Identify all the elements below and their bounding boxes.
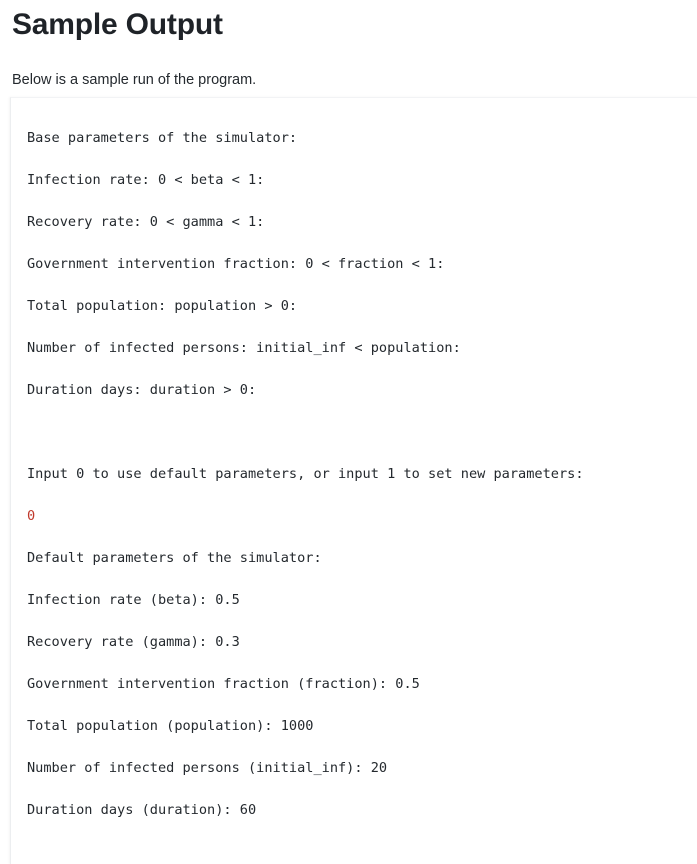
sample-output-page: Sample Output Below is a sample run of t… bbox=[0, 0, 697, 864]
terminal-output-line: Recovery rate (gamma): 0.3 bbox=[27, 634, 240, 650]
terminal-output-line: Infection rate: 0 < beta < 1: bbox=[27, 172, 265, 188]
terminal-output-line: Recovery rate: 0 < gamma < 1: bbox=[27, 214, 265, 230]
terminal-output-line: Total population: population > 0: bbox=[27, 298, 298, 314]
terminal-output-line: Duration days: duration > 0: bbox=[27, 382, 257, 398]
terminal-transcript: Base parameters of the simulator: Infect… bbox=[27, 128, 697, 864]
page-title: Sample Output bbox=[12, 8, 223, 41]
terminal-output-line: Default parameters of the simulator: bbox=[27, 550, 322, 566]
terminal-output-line: Government intervention fraction: 0 < fr… bbox=[27, 256, 445, 272]
terminal-output-line: Number of infected persons: initial_inf … bbox=[27, 340, 461, 356]
terminal-output-line: Number of infected persons (initial_inf)… bbox=[27, 760, 388, 776]
terminal-output-block: Base parameters of the simulator: Infect… bbox=[10, 97, 697, 864]
terminal-user-input-line: 0 bbox=[27, 508, 36, 524]
intro-paragraph: Below is a sample run of the program. bbox=[12, 72, 257, 88]
terminal-output-line: Total population (population): 1000 bbox=[27, 718, 314, 734]
terminal-output-line: Input 0 to use default parameters, or in… bbox=[27, 466, 584, 482]
terminal-output-line: Base parameters of the simulator: bbox=[27, 130, 298, 146]
terminal-output-line: Duration days (duration): 60 bbox=[27, 802, 257, 818]
terminal-output-inner: Base parameters of the simulator: Infect… bbox=[11, 98, 697, 864]
terminal-output-line: Infection rate (beta): 0.5 bbox=[27, 592, 240, 608]
terminal-output-line: Government intervention fraction (fracti… bbox=[27, 676, 420, 692]
